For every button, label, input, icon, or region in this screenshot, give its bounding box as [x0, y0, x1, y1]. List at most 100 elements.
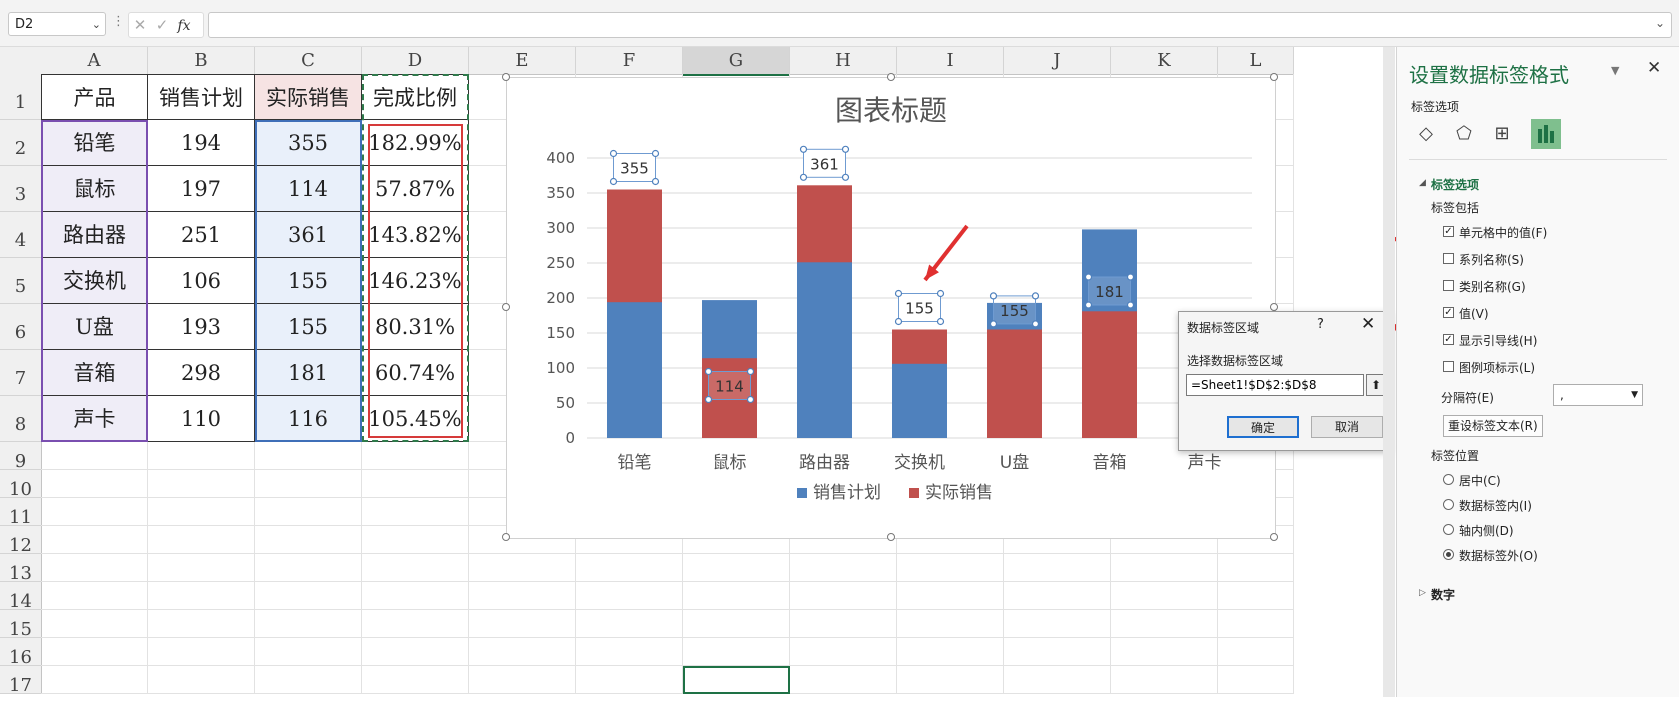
insert-function-icon[interactable]: fx	[173, 14, 195, 38]
table-cell[interactable]: 116	[255, 396, 362, 442]
legend-label[interactable]: 实际销售	[925, 483, 993, 503]
resize-handle[interactable]	[887, 73, 895, 81]
ok-button[interactable]: 确定	[1227, 416, 1299, 438]
resize-handle[interactable]	[502, 533, 510, 541]
data-label[interactable]: 355	[620, 160, 649, 178]
label-handle[interactable]	[1031, 320, 1040, 328]
select-all-corner[interactable]	[0, 47, 42, 75]
table-cell[interactable]: 193	[148, 304, 255, 350]
help-icon[interactable]: ?	[1317, 317, 1324, 332]
label-handle[interactable]	[799, 173, 808, 181]
data-label[interactable]: 361	[810, 155, 839, 173]
table-cell[interactable]: 114	[255, 166, 362, 212]
row-header-15[interactable]: 15	[0, 610, 42, 640]
checkbox[interactable]: ✓	[1443, 334, 1454, 345]
column-header-i[interactable]: I	[897, 47, 1004, 75]
bar-plan[interactable]	[797, 262, 852, 438]
enter-icon[interactable]: ✓	[151, 13, 173, 37]
label-handle[interactable]	[746, 395, 755, 404]
row-header-2[interactable]: 2	[0, 120, 42, 166]
row-header-14[interactable]: 14	[0, 582, 42, 612]
column-header-f[interactable]: F	[576, 47, 683, 75]
label-handle[interactable]	[651, 177, 660, 186]
table-cell[interactable]: 80.31%	[362, 304, 469, 350]
column-header-h[interactable]: H	[790, 47, 897, 75]
table-cell[interactable]: 106	[148, 258, 255, 304]
label-handle[interactable]	[1084, 301, 1093, 309]
column-header-c[interactable]: C	[255, 47, 362, 75]
checkbox[interactable]: ✓	[1443, 307, 1454, 318]
column-header-g[interactable]: G	[683, 47, 790, 76]
pentagon-icon[interactable]: ⬠	[1449, 119, 1479, 149]
close-icon[interactable]: ✕	[1361, 314, 1375, 334]
column-header-d[interactable]: D	[362, 47, 469, 75]
checkbox-label[interactable]: 显示引导线(H)	[1459, 332, 1537, 349]
row-header-9[interactable]: 9	[0, 442, 42, 472]
table-cell[interactable]: 361	[255, 212, 362, 258]
row-header-11[interactable]: 11	[0, 498, 42, 528]
table-cell[interactable]: 181	[255, 350, 362, 396]
bar-chart-icon[interactable]	[1531, 119, 1561, 149]
row-header-3[interactable]: 3	[0, 166, 42, 212]
radio-label[interactable]: 数据标签外(O)	[1459, 547, 1538, 564]
table-cell[interactable]: 251	[148, 212, 255, 258]
checkbox-label[interactable]: 系列名称(S)	[1459, 251, 1524, 268]
resize-handle[interactable]	[1270, 533, 1278, 541]
chevron-down-icon[interactable]: ▼	[1611, 64, 1619, 77]
data-label[interactable]: 155	[1000, 302, 1029, 320]
cancel-button[interactable]: 取消	[1311, 416, 1383, 438]
checkbox-label[interactable]: 类别名称(G)	[1459, 278, 1526, 295]
size-properties-icon[interactable]: ⊞	[1487, 119, 1517, 149]
resize-handle[interactable]	[502, 303, 510, 311]
data-label[interactable]: 181	[1095, 283, 1124, 301]
label-handle[interactable]	[989, 292, 998, 300]
label-handle[interactable]	[704, 395, 713, 404]
row-header-12[interactable]: 12	[0, 526, 42, 556]
checkbox-label[interactable]: 值(V)	[1459, 305, 1489, 322]
label-handle[interactable]	[1084, 273, 1093, 281]
table-cell[interactable]: 155	[255, 304, 362, 350]
table-cell[interactable]: 60.74%	[362, 350, 469, 396]
table-cell[interactable]: 57.87%	[362, 166, 469, 212]
label-handle[interactable]	[936, 317, 945, 326]
column-header-a[interactable]: A	[41, 47, 148, 75]
column-header-e[interactable]: E	[469, 47, 576, 75]
checkbox[interactable]	[1443, 280, 1454, 291]
chart-svg[interactable]: 图表标题 0 50 100 150 200 250 300 350 400 铅笔 鼠标 路由器 交换机 U…	[507, 78, 1275, 538]
checkbox-label[interactable]: 单元格中的值(F)	[1459, 224, 1547, 241]
label-handle[interactable]	[609, 149, 618, 158]
row-header-10[interactable]: 10	[0, 470, 42, 500]
legend-label[interactable]: 销售计划	[813, 483, 881, 503]
label-handle[interactable]	[936, 289, 945, 298]
expanded-arrow-icon[interactable]: ◢	[1419, 178, 1426, 188]
row-header-1[interactable]: 1	[0, 74, 42, 120]
table-cell[interactable]: 355	[255, 120, 362, 166]
label-handle[interactable]	[651, 149, 660, 158]
more-icon[interactable]: ⋮	[112, 14, 125, 29]
row-header-6[interactable]: 6	[0, 304, 42, 350]
radio-button[interactable]	[1443, 549, 1454, 560]
row-header-17[interactable]: 17	[0, 666, 42, 696]
table-cell[interactable]: 197	[148, 166, 255, 212]
row-header-8[interactable]: 8	[0, 396, 42, 442]
label-handle[interactable]	[1031, 292, 1040, 300]
row-header-5[interactable]: 5	[0, 258, 42, 304]
radio-label[interactable]: 轴内侧(D)	[1459, 522, 1514, 539]
label-handle[interactable]	[894, 317, 903, 326]
formula-input[interactable]: ⌄	[208, 12, 1672, 38]
column-header-k[interactable]: K	[1111, 47, 1218, 75]
table-cell[interactable]: 路由器	[41, 212, 148, 258]
label-options-section[interactable]: 标签选项	[1431, 176, 1479, 193]
data-label[interactable]: 155	[905, 300, 934, 318]
close-icon[interactable]: ✕	[1647, 58, 1661, 78]
label-handle[interactable]	[609, 177, 618, 186]
table-cell[interactable]: 298	[148, 350, 255, 396]
label-handle[interactable]	[1126, 301, 1135, 309]
table-cell[interactable]: 194	[148, 120, 255, 166]
header-cell[interactable]: 实际销售	[255, 74, 362, 120]
table-cell[interactable]: 音箱	[41, 350, 148, 396]
resize-handle[interactable]	[1270, 73, 1278, 81]
row-header-7[interactable]: 7	[0, 350, 42, 396]
table-cell[interactable]: U盘	[41, 304, 148, 350]
row-header-16[interactable]: 16	[0, 638, 42, 668]
